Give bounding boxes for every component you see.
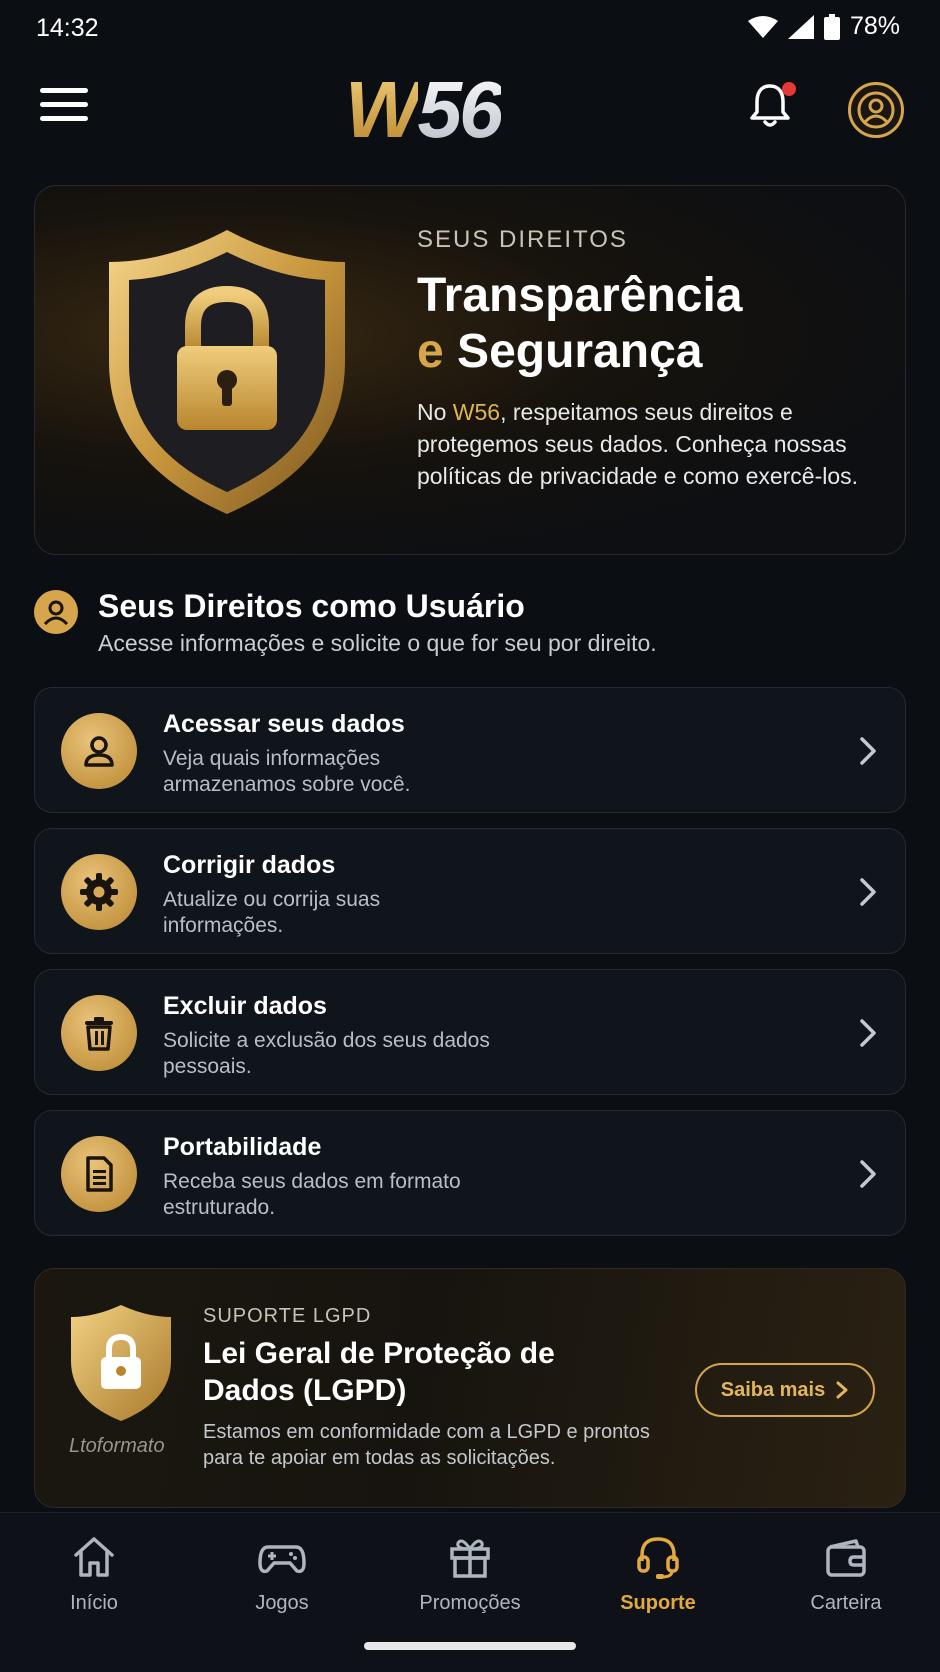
hamburger-icon [40, 88, 88, 93]
status-bar: 14:32 78% [0, 0, 940, 56]
battery-icon [823, 13, 840, 40]
hero-text: SEUS DIREITOS Transparência e Segurança … [417, 226, 877, 492]
lgpd-title: Lei Geral de Proteção de Dados (LGPD) [203, 1337, 555, 1407]
gift-icon [450, 1539, 490, 1578]
card-description: Atualize ou corrija suas informações. [163, 888, 381, 937]
card-title: Corrigir dados [163, 851, 336, 879]
home-icon [74, 1537, 114, 1577]
user-rights-icon [34, 590, 78, 634]
notification-dot [782, 82, 796, 96]
learn-more-button[interactable]: Saiba mais [695, 1363, 875, 1417]
card-title: Excluir dados [163, 992, 327, 1020]
battery-percent: 78% [849, 12, 900, 40]
signal-icon [787, 14, 814, 39]
wifi-icon [747, 15, 778, 38]
profile-avatar-button[interactable] [848, 82, 904, 138]
notifications-button[interactable] [748, 80, 798, 134]
section-title: Seus Direitos como Usuário [98, 588, 525, 624]
shield-lock-icon [109, 230, 345, 514]
chevron-right-icon [860, 1019, 876, 1047]
right-card-portability[interactable]: Portabilidade Receba seus dados em forma… [34, 1110, 906, 1236]
nav-item-support[interactable]: Suporte [578, 1533, 738, 1615]
card-description: Solicite a exclusão dos seus dados pesso… [163, 1029, 490, 1078]
nav-item-promotions[interactable]: Promoções [390, 1533, 550, 1615]
app-logo: W56 [345, 65, 503, 154]
gamepad-icon [258, 1545, 306, 1574]
gear-icon [61, 854, 137, 930]
chevron-right-icon [836, 1381, 848, 1399]
user-rights-section-header: Seus Direitos como Usuário Acesse inform… [34, 586, 906, 666]
user-icon [61, 713, 137, 789]
wallet-icon [826, 1539, 866, 1577]
shield-lock-icon [71, 1305, 171, 1421]
nav-item-wallet[interactable]: Carteira [766, 1533, 926, 1615]
card-title: Portabilidade [163, 1133, 322, 1161]
right-card-correct-data[interactable]: Corrigir dados Atualize ou corrija suas … [34, 828, 906, 954]
card-description: Receba seus dados em formato estruturado… [163, 1170, 461, 1219]
rights-hero-banner: SEUS DIREITOS Transparência e Segurança … [34, 185, 906, 555]
headset-icon [637, 1537, 679, 1579]
document-icon [61, 1136, 137, 1212]
right-card-delete-data[interactable]: Excluir dados Solicite a exclusão dos se… [34, 969, 906, 1095]
right-card-access-data[interactable]: Acessar seus dados Veja quais informaçõe… [34, 687, 906, 813]
nav-item-games[interactable]: Jogos [202, 1533, 362, 1615]
card-title: Acessar seus dados [163, 710, 405, 738]
card-description: Veja quais informações armazenamos sobre… [163, 747, 411, 796]
chevron-right-icon [860, 878, 876, 906]
chevron-right-icon [860, 737, 876, 765]
hero-description: No W56, respeitamos seus direitos e prot… [417, 399, 859, 489]
home-indicator[interactable] [364, 1642, 576, 1650]
user-icon [857, 91, 895, 129]
section-subtitle: Acesse informações e solicite o que for … [98, 630, 657, 656]
status-indicators: 78% [747, 12, 900, 41]
lgpd-emblem-text: Ltoformato [69, 1435, 165, 1457]
hero-kicker: SEUS DIREITOS [417, 226, 628, 253]
trash-icon [61, 995, 137, 1071]
lgpd-support-card: Ltoformato SUPORTE LGPD Lei Geral de Pro… [34, 1268, 906, 1508]
hero-title: Transparência e Segurança [417, 269, 743, 378]
lgpd-kicker: SUPORTE LGPD [203, 1305, 372, 1327]
lgpd-description: Estamos em conformidade com a LGPD e pro… [203, 1421, 650, 1469]
menu-button[interactable] [40, 88, 88, 132]
chevron-right-icon [860, 1160, 876, 1188]
status-time: 14:32 [36, 14, 99, 42]
nav-item-home[interactable]: Início [14, 1533, 174, 1615]
app-header: W56 [0, 60, 940, 160]
